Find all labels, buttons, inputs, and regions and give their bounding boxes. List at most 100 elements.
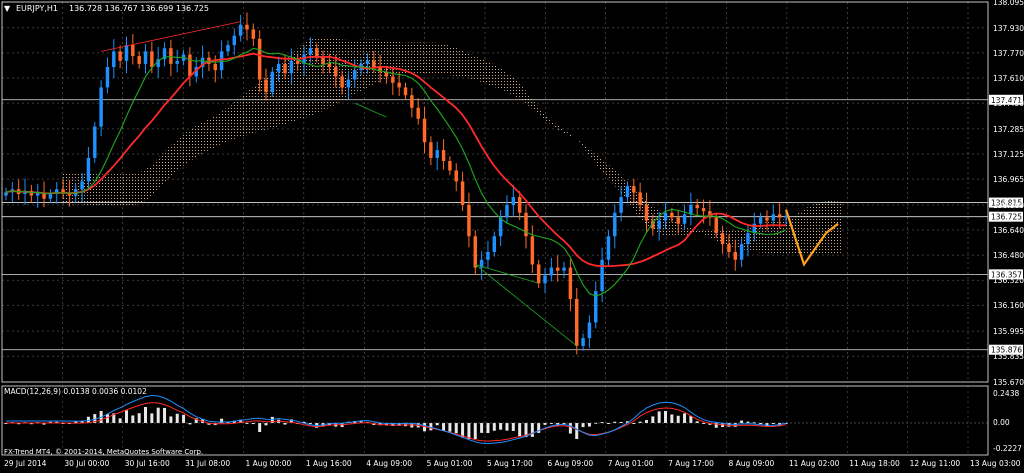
macd-bar	[676, 415, 680, 423]
candle-bull	[48, 193, 53, 199]
time-tick-label: 11 Aug 02:00	[789, 459, 840, 468]
candle-bear	[638, 192, 642, 205]
candle-bear	[334, 67, 338, 77]
candle-bear	[536, 264, 541, 284]
price-axis[interactable]: 138.095 137.930 137.770 137.610 137.450 137.2…	[993, 0, 1024, 387]
candle-bear	[61, 189, 65, 193]
macd-bar	[740, 420, 744, 423]
candle-bear	[720, 233, 725, 245]
macd-bar	[486, 423, 490, 434]
candle-bull	[219, 51, 224, 71]
macd-bar	[651, 416, 655, 423]
candle-bull	[346, 79, 351, 88]
macd-bar	[169, 416, 173, 423]
candle-bear	[137, 56, 141, 64]
price-tick-label: 137.450	[993, 99, 1024, 108]
price-tick-label: 137.770	[993, 49, 1024, 58]
candle-bear	[251, 29, 256, 39]
macd-bar	[124, 410, 128, 423]
candle-bear	[327, 63, 332, 68]
candle-bear	[372, 60, 376, 68]
macd-axis-bottom: -0.2227	[993, 444, 1022, 453]
macd-bar	[150, 413, 154, 423]
candle-bear	[397, 82, 401, 88]
candle-bear	[257, 38, 262, 80]
macd-bar	[156, 407, 160, 423]
macd-bar	[144, 407, 148, 423]
candle-bear	[264, 79, 268, 93]
candle-bear	[632, 186, 636, 193]
candle-bull	[663, 212, 668, 221]
macd-bar	[505, 423, 509, 431]
price-tick-label: 136.800	[993, 201, 1024, 210]
time-tick-label: 29 Jul 2014	[4, 459, 47, 468]
candle-bull	[492, 236, 497, 252]
macd-bar	[182, 414, 186, 423]
candle-bear	[568, 267, 573, 299]
candle-bull	[486, 251, 490, 260]
candle-bull	[289, 60, 294, 74]
price-tick-label: 137.125	[993, 150, 1024, 159]
candle-bull	[143, 51, 148, 64]
macd-bar	[492, 423, 496, 431]
macd-bar	[442, 423, 446, 431]
candle-bear	[448, 161, 452, 171]
candle-bear	[429, 142, 433, 158]
candle-bear	[422, 118, 427, 143]
candle-bull	[613, 212, 617, 237]
time-tick-label: 7 Aug 01:00	[608, 459, 654, 468]
candle-bull	[625, 186, 630, 198]
candle-bull	[435, 150, 439, 158]
chart-window[interactable]: 137.471 136.815 136.725 136.357 135.876 138.…	[0, 0, 1024, 469]
time-axis[interactable]: 29 Jul 2014 30 Jul 00:00 30 Jul 16:00 31 Ju…	[4, 459, 1021, 468]
candle-bear	[733, 251, 737, 260]
candle-bear	[340, 76, 344, 88]
candle-bull	[308, 48, 313, 55]
candle-bear	[416, 107, 420, 119]
header-arrow-icon[interactable]: ▼	[4, 4, 11, 13]
macd-bar	[683, 413, 687, 423]
price-tick-label: 135.835	[993, 352, 1024, 361]
candle-bull	[549, 267, 554, 276]
macd-bar	[530, 423, 534, 437]
candle-bear	[283, 63, 287, 74]
candle-bear	[460, 181, 465, 205]
candle-bear	[727, 244, 731, 252]
macd-bar	[644, 420, 648, 423]
macd-bar	[518, 423, 522, 437]
macd-panel[interactable]	[1, 385, 989, 456]
macd-bar	[575, 423, 579, 439]
macd-bar	[587, 423, 591, 427]
candle-bull	[505, 204, 509, 218]
macd-label: MACD(12,26,9) 0.0138 0.0036 0.0102	[4, 387, 147, 396]
candle-bear	[701, 208, 706, 212]
candle-bull	[498, 217, 503, 237]
candle-bear	[555, 267, 560, 271]
candle-bear	[473, 236, 477, 268]
price-chart[interactable]: 137.471136.815136.725136.357135.876 138.…	[0, 0, 1024, 469]
price-level-label: 136.725	[991, 213, 1022, 222]
candle-bear	[517, 197, 522, 213]
candle-bear	[403, 87, 408, 96]
candle-bull	[682, 214, 687, 224]
candle-bear	[695, 204, 699, 209]
price-tick-label: 136.160	[993, 301, 1024, 310]
macd-bar	[480, 423, 484, 433]
candle-bear	[441, 150, 446, 162]
macd-axis-zero: 0.00	[993, 418, 1010, 427]
price-tick-label: 135.670	[993, 378, 1024, 387]
time-tick-label: 13 Aug 03:00	[970, 459, 1021, 468]
candle-bull	[689, 204, 693, 215]
candle-bull	[771, 214, 776, 221]
price-tick-label: 137.610	[993, 74, 1024, 83]
candle-bull	[746, 233, 750, 245]
candle-bull	[619, 197, 623, 213]
price-tick-label: 136.320	[993, 276, 1024, 285]
time-tick-label: 5 Aug 17:00	[487, 459, 533, 468]
candle-bear	[670, 212, 674, 218]
candle-bull	[80, 181, 84, 190]
candle-bull	[758, 217, 763, 224]
macd-bar	[137, 413, 141, 423]
macd-bar	[511, 423, 515, 431]
time-tick-label: 8 Aug 09:00	[729, 459, 775, 468]
